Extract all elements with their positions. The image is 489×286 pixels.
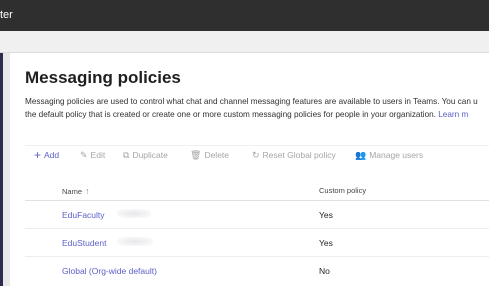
reset-label: Reset Global policy [262, 150, 336, 160]
left-navigation-rail [0, 53, 3, 286]
description-line-1: Messaging policies are used to control w… [25, 97, 478, 106]
edit-button[interactable]: ✎ Edit [80, 150, 105, 160]
custom-policy-value: Yes [319, 238, 333, 248]
policy-name-link[interactable]: EduFaculty [62, 210, 105, 220]
reset-global-policy-button[interactable]: ↻ Reset Global policy [252, 150, 336, 160]
custom-policy-value: No [319, 266, 330, 276]
policy-name-link[interactable]: EduStudent [62, 238, 106, 248]
trash-icon: 🗑 [190, 149, 202, 160]
content-panel: Messaging policies Messaging policies ar… [10, 53, 489, 286]
table-header: Name ↑ Custom policy [25, 179, 489, 201]
edit-label: Edit [90, 150, 106, 160]
description-line-2: the default policy that is created or cr… [25, 108, 489, 121]
table-row[interactable]: EduFaculty Yes [25, 201, 489, 229]
add-label: Add [44, 150, 60, 160]
header-bar [0, 31, 489, 53]
delete-label: Delete [204, 150, 230, 160]
policy-name-link[interactable]: Global (Org-wide default) [62, 266, 157, 276]
copy-icon: ⧉ [123, 149, 130, 160]
delete-button[interactable]: 🗑 Delete [190, 150, 229, 160]
people-icon: 👥 [355, 149, 367, 160]
redacted-text [117, 209, 151, 218]
reset-icon: ↻ [252, 149, 260, 160]
table-row[interactable]: Global (Org-wide default) No [25, 257, 489, 285]
manage-users-button[interactable]: 👥 Manage users [355, 150, 423, 160]
description-line-2-text: the default policy that is created or cr… [25, 110, 436, 119]
custom-policy-value: Yes [319, 210, 333, 220]
pencil-icon: ✎ [80, 149, 88, 160]
learn-more-link[interactable]: Learn m [438, 110, 468, 119]
sort-icon: ↑ [85, 186, 90, 196]
page-description: Messaging policies are used to control w… [25, 95, 489, 121]
redacted-text [117, 237, 153, 246]
column-header-custom-policy[interactable]: Custom policy [319, 186, 366, 195]
app-title-bar: ter [0, 0, 489, 31]
table-row[interactable]: EduStudent Yes [25, 229, 489, 257]
add-button[interactable]: + Add [34, 147, 60, 162]
duplicate-label: Duplicate [132, 150, 168, 160]
column-header-name-label: Name [62, 186, 83, 196]
app-title: ter [0, 9, 13, 21]
plus-icon: + [34, 147, 42, 162]
duplicate-button[interactable]: ⧉ Duplicate [123, 150, 168, 160]
manage-users-label: Manage users [369, 150, 424, 160]
column-header-name[interactable]: Name ↑ [62, 186, 90, 196]
page-title: Messaging policies [25, 68, 181, 87]
command-bar: + Add ✎ Edit ⧉ Duplicate 🗑 Delete ↻ Rese… [25, 145, 489, 167]
